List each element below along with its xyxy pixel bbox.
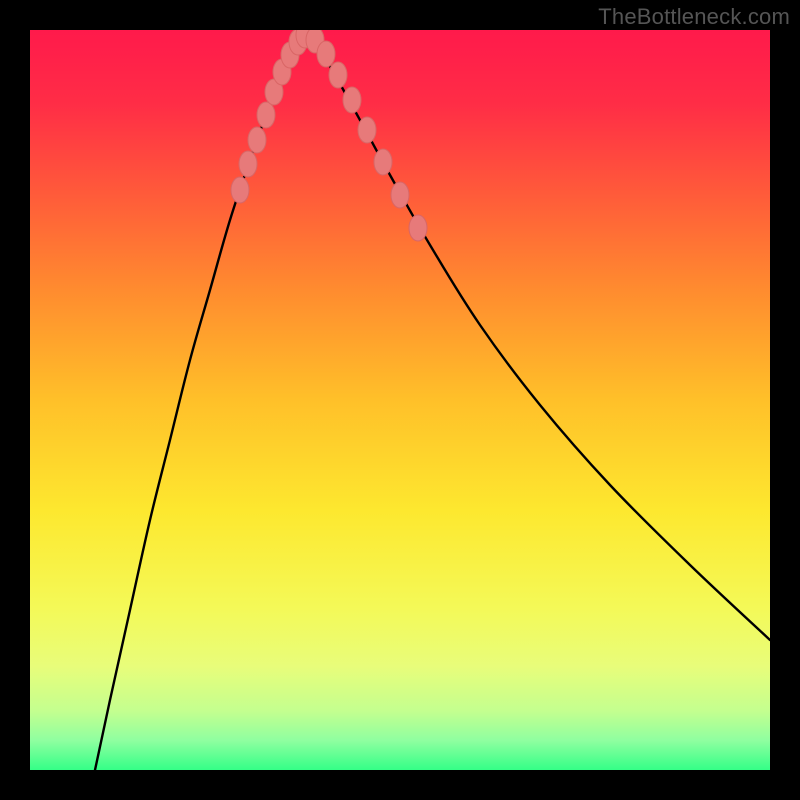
bead-marker bbox=[257, 102, 275, 128]
bead-markers bbox=[231, 30, 427, 241]
bead-marker bbox=[343, 87, 361, 113]
bead-marker bbox=[409, 215, 427, 241]
bead-marker bbox=[248, 127, 266, 153]
bead-marker bbox=[374, 149, 392, 175]
bead-marker bbox=[358, 117, 376, 143]
chart-frame: TheBottleneck.com bbox=[0, 0, 800, 800]
bead-marker bbox=[391, 182, 409, 208]
left-branch-curve bbox=[95, 36, 302, 770]
right-branch-curve bbox=[308, 36, 770, 640]
bead-marker bbox=[329, 62, 347, 88]
plot-area bbox=[30, 30, 770, 770]
watermark-text: TheBottleneck.com bbox=[598, 4, 790, 30]
bead-marker bbox=[317, 41, 335, 67]
bead-marker bbox=[231, 177, 249, 203]
curve-layer bbox=[30, 30, 770, 770]
bead-marker bbox=[239, 151, 257, 177]
